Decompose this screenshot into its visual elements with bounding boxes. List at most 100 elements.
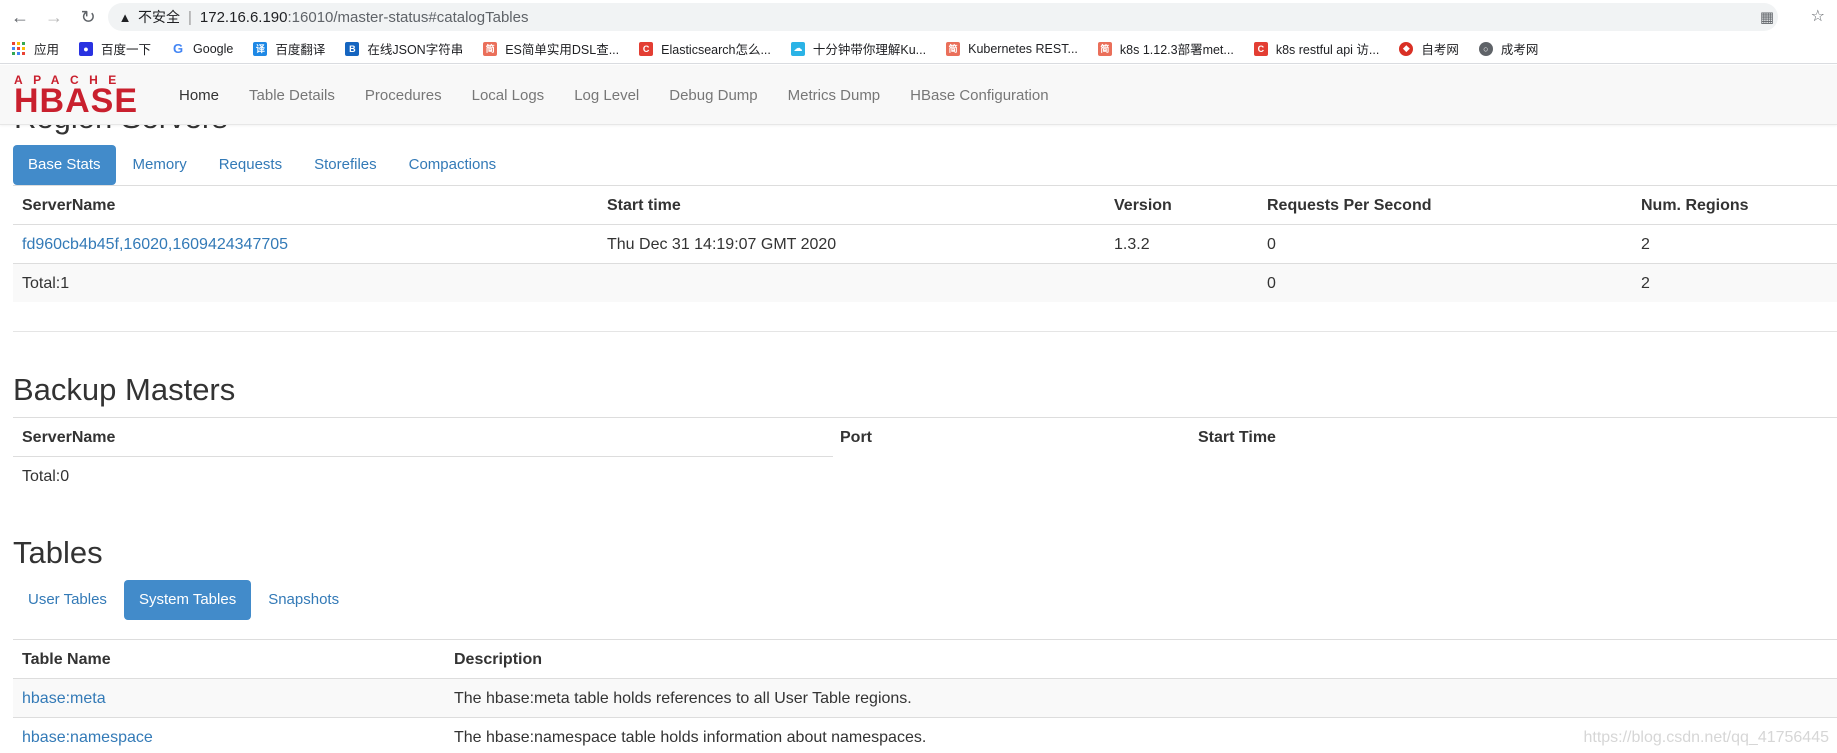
table-description: The hbase:meta table holds references to… <box>454 690 912 707</box>
column-header[interactable]: Start time <box>607 186 681 225</box>
tab-compactions[interactable]: Compactions <box>394 145 512 185</box>
table-row: hbase:meta The hbase:meta table holds re… <box>13 678 1837 717</box>
column-header[interactable]: Version <box>1114 186 1172 225</box>
bookmark-es-dsl[interactable]: 简 ES简单实用DSL查... <box>483 39 619 58</box>
bookmark-label: 十分钟带你理解Ku... <box>812 43 927 57</box>
nav-table-details[interactable]: Table Details <box>234 87 350 104</box>
tab-system-tables[interactable]: System Tables <box>123 580 252 620</box>
bookmark-elasticsearch[interactable]: C Elasticsearch怎么... <box>639 39 771 58</box>
hbase-navbar: APACHE HBASE Home Table Details Procedur… <box>0 65 1837 125</box>
total-regions: 2 <box>1641 275 1650 292</box>
jianshu-icon: 简 <box>483 41 498 56</box>
tab-requests[interactable]: Requests <box>204 145 297 185</box>
bookmark-k8s-intro[interactable]: ☁ 十分钟带你理解Ku... <box>790 39 927 58</box>
bookmark-label: Elasticsearch怎么... <box>661 43 771 57</box>
table-row: hbase:namespace The hbase:namespace tabl… <box>13 717 1837 753</box>
region-servers-tabs: Base Stats Memory Requests Storefiles Co… <box>13 145 513 185</box>
start-time-cell: Thu Dec 31 14:19:07 GMT 2020 <box>607 236 837 253</box>
bookmark-label: 在线JSON字符串 <box>367 43 464 57</box>
total-label: Total:1 <box>22 275 70 292</box>
bookmark-label: k8s restful api 访... <box>1275 43 1380 57</box>
bookmark-star-icon[interactable]: ☆ <box>1811 6 1825 26</box>
address-bar[interactable]: ▲ 不安全 | 172.16.6.190:16010/master-status… <box>108 3 1778 31</box>
table-header-row: ServerName Port Start Time <box>13 417 1837 456</box>
tab-user-tables[interactable]: User Tables <box>13 580 122 620</box>
nav-log-level[interactable]: Log Level <box>559 87 654 104</box>
bookmark-k8s-restful[interactable]: C k8s restful api 访... <box>1253 39 1380 58</box>
bookmark-zikao[interactable]: ◆ 自考网 <box>1399 39 1459 58</box>
tab-snapshots[interactable]: Snapshots <box>253 580 354 620</box>
bookmark-json[interactable]: B 在线JSON字符串 <box>345 39 463 58</box>
nav-home[interactable]: Home <box>164 87 234 104</box>
jianshu-icon: 简 <box>946 41 961 56</box>
table-total-row: Total:0 <box>13 456 833 495</box>
csdn-c-icon: C <box>1253 41 1268 56</box>
column-header[interactable]: ServerName <box>22 186 115 225</box>
column-header[interactable]: ServerName <box>22 418 115 457</box>
tables-tabs: User Tables System Tables Snapshots <box>13 580 356 620</box>
column-header[interactable]: Requests Per Second <box>1267 186 1432 225</box>
forward-arrow-icon[interactable]: → <box>40 3 68 31</box>
bookmark-baidu[interactable]: ● 百度一下 <box>79 39 151 58</box>
column-header[interactable]: Table Name <box>22 640 111 679</box>
baidu-translate-icon: 译 <box>253 41 268 56</box>
bookmark-google[interactable]: G Google <box>171 41 234 56</box>
column-header[interactable]: Port <box>840 418 872 457</box>
reload-icon[interactable]: ↻ <box>74 3 102 31</box>
column-header[interactable]: Description <box>454 640 542 679</box>
bookmark-label: Kubernetes REST... <box>968 41 1078 56</box>
url-host: 172.16.6.190 <box>199 8 288 26</box>
bookmark-label: k8s 1.12.3部署met... <box>1119 43 1234 57</box>
nav-debug-dump[interactable]: Debug Dump <box>654 87 772 104</box>
rps-cell: 0 <box>1267 236 1276 253</box>
bookmark-label: 自考网 <box>1421 43 1459 57</box>
baidu-paw-icon: ● <box>79 41 94 56</box>
bookmark-apps[interactable]: 应用 <box>12 39 59 58</box>
table-row: fd960cb4b45f,16020,1609424347705 Thu Dec… <box>13 224 1837 263</box>
table-header-row: Table Name Description <box>13 639 1837 678</box>
table-header-row: ServerName Start time Version Requests P… <box>13 185 1837 224</box>
bookmark-label: 百度翻译 <box>275 43 326 57</box>
table-name-link[interactable]: hbase:meta <box>22 679 106 718</box>
tab-storefiles[interactable]: Storefiles <box>299 145 392 185</box>
url-separator: | <box>188 8 192 26</box>
nav-hbase-configuration[interactable]: HBase Configuration <box>895 87 1063 104</box>
json-icon: B <box>345 41 360 56</box>
nav-local-logs[interactable]: Local Logs <box>457 87 560 104</box>
browser-toolbar: ← → ↻ ▲ 不安全 | 172.16.6.190:16010/master-… <box>0 0 1837 34</box>
logo-hbase-text: HBASE <box>14 82 139 120</box>
nav-metrics-dump[interactable]: Metrics Dump <box>773 87 896 104</box>
column-header[interactable]: Start Time <box>1198 418 1276 457</box>
backup-masters-heading: Backup Masters <box>13 372 236 407</box>
url-path: :16010/master-status#catalogTables <box>287 8 529 26</box>
watermark-text: https://blog.csdn.net/qq_41756445 <box>1583 729 1829 746</box>
regions-cell: 2 <box>1641 236 1650 253</box>
warning-triangle-icon: ▲ <box>118 9 132 25</box>
total-label: Total:0 <box>22 468 70 485</box>
google-g-icon: G <box>171 41 186 56</box>
nav-procedures[interactable]: Procedures <box>350 87 457 104</box>
bookmark-baidu-translate[interactable]: 译 百度翻译 <box>253 39 325 58</box>
bookmark-chengkao[interactable]: ○ 成考网 <box>1478 39 1539 58</box>
insecure-label: 不安全 <box>138 9 180 25</box>
back-arrow-icon[interactable]: ← <box>6 3 34 31</box>
bookmark-k8s-deploy[interactable]: 简 k8s 1.12.3部署met... <box>1097 39 1234 58</box>
tab-base-stats[interactable]: Base Stats <box>13 145 116 185</box>
translate-icon[interactable]: ▦ <box>1760 8 1774 26</box>
bookmark-label: 成考网 <box>1500 43 1539 57</box>
globe-icon: ○ <box>1478 41 1493 56</box>
table-name-link[interactable]: hbase:namespace <box>22 718 153 753</box>
bookmark-label: 应用 <box>34 43 60 57</box>
hbase-logo[interactable]: APACHE HBASE <box>14 74 150 120</box>
section-divider <box>13 331 1837 332</box>
cloud-icon: ☁ <box>790 41 805 56</box>
bookmark-kubernetes-rest[interactable]: 简 Kubernetes REST... <box>946 41 1078 56</box>
column-header[interactable]: Num. Regions <box>1641 186 1749 225</box>
server-name-link[interactable]: fd960cb4b45f,16020,1609424347705 <box>22 225 288 264</box>
table-total-row: Total:1 0 2 <box>13 263 1837 302</box>
bookmark-label: Google <box>193 41 234 56</box>
apps-grid-icon <box>12 41 26 56</box>
tab-memory[interactable]: Memory <box>118 145 202 185</box>
csdn-c-icon: C <box>639 41 654 56</box>
table-description: The hbase:namespace table holds informat… <box>454 729 927 746</box>
